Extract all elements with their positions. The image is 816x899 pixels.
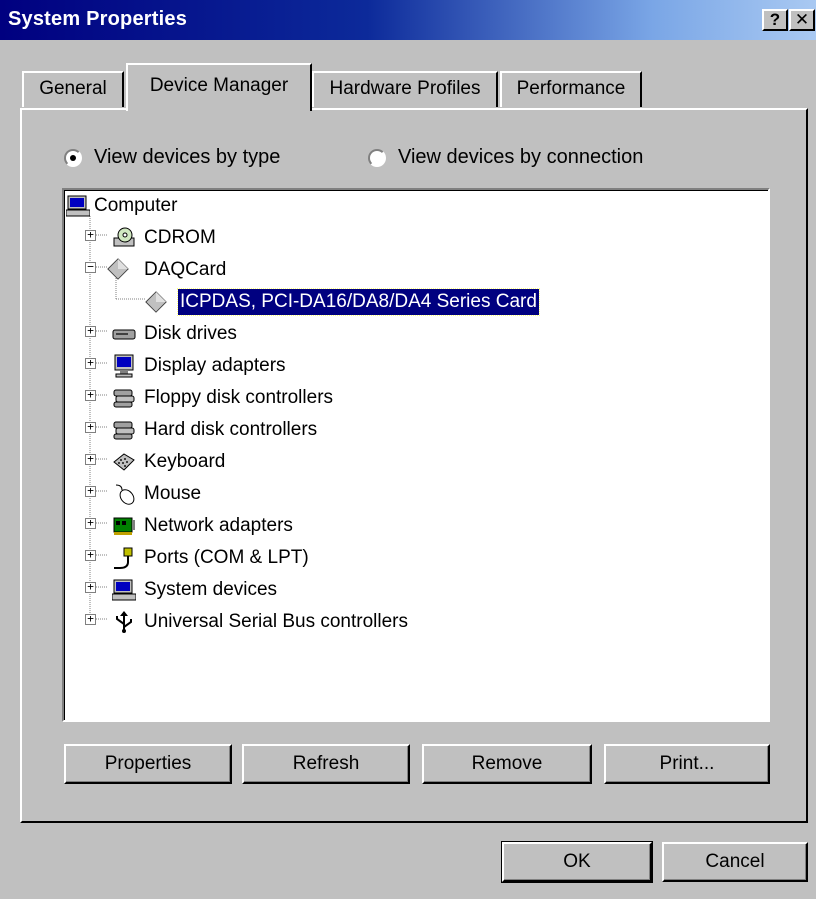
usb-icon [116, 611, 132, 633]
tree-item-cdrom[interactable]: + CDROM [64, 222, 464, 254]
expand-icon[interactable]: + [85, 517, 96, 529]
tree-item-system-devices[interactable]: + System devices [64, 574, 464, 606]
expand-icon[interactable]: + [85, 229, 96, 241]
tree-item-ports[interactable]: + Ports (COM & LPT) [64, 542, 464, 574]
title-bar[interactable]: System Properties ? ✕ [0, 0, 816, 40]
keyboard-icon [113, 453, 135, 471]
tree-item-hard-disk-controllers[interactable]: + Hard disk controllers [64, 414, 464, 446]
close-button[interactable]: ✕ [789, 9, 815, 31]
properties-button[interactable]: Properties [64, 744, 232, 784]
device-tree[interactable]: Computer + CDROM − DAQCard ICPDAS, PCI-D… [62, 188, 770, 722]
tree-item-label: Display adapters [144, 355, 286, 376]
tree-item-mouse[interactable]: + Mouse [64, 478, 464, 510]
remove-button[interactable]: Remove [422, 744, 592, 784]
tree-item-disk-drives[interactable]: + Disk drives [64, 318, 464, 350]
expand-icon[interactable]: + [85, 549, 96, 561]
view-by-connection-option[interactable]: View devices by connection [368, 146, 688, 172]
tree-item-label: DAQCard [144, 259, 227, 280]
expand-icon[interactable]: + [85, 453, 96, 465]
expand-icon[interactable]: + [85, 613, 96, 625]
expand-icon[interactable]: + [85, 421, 96, 433]
expand-icon[interactable]: + [85, 357, 96, 369]
tree-item-label: Keyboard [144, 451, 226, 472]
tree-item-display-adapters[interactable]: + Display adapters [64, 350, 464, 382]
disk-controller-icon [113, 421, 135, 440]
tree-item-label: Hard disk controllers [144, 419, 318, 440]
expand-icon[interactable]: + [85, 485, 96, 497]
tree-item-label: ICPDAS, PCI-DA16/DA8/DA4 Series Card [177, 288, 540, 316]
view-by-connection-radio[interactable] [368, 149, 386, 167]
tree-item-keyboard[interactable]: + Keyboard [64, 446, 464, 478]
tab-hardware-profiles[interactable]: Hardware Profiles [312, 71, 498, 107]
cancel-button[interactable]: Cancel [662, 842, 808, 882]
ok-button[interactable]: OK [501, 841, 653, 883]
computer-icon [112, 579, 136, 601]
disk-drive-icon [112, 329, 136, 340]
tree-item-label: Floppy disk controllers [144, 387, 334, 408]
tree-item-usb-controllers[interactable]: + Universal Serial Bus controllers [64, 606, 564, 638]
tab-device-manager[interactable]: Device Manager [126, 63, 312, 111]
tree-item-daqcard[interactable]: − DAQCard [64, 254, 464, 286]
tree-item-floppy-controllers[interactable]: + Floppy disk controllers [64, 382, 464, 414]
tab-general[interactable]: General [22, 71, 124, 107]
tree-item-label: Mouse [144, 483, 202, 504]
print-button[interactable]: Print... [604, 744, 770, 784]
view-by-type-radio[interactable] [64, 149, 82, 167]
daq-diamond-icon [107, 258, 129, 280]
mouse-icon [115, 484, 135, 505]
tree-item-label: Network adapters [144, 515, 293, 536]
view-by-type-option[interactable]: View devices by type [64, 146, 324, 172]
tab-performance[interactable]: Performance [500, 71, 642, 107]
expand-icon[interactable]: + [85, 581, 96, 593]
expand-icon[interactable]: + [85, 325, 96, 337]
tree-item-label: System devices [144, 579, 278, 600]
view-by-connection-label: View devices by connection [398, 146, 644, 168]
tree-item-label: Universal Serial Bus controllers [144, 611, 408, 632]
window-title: System Properties [8, 8, 188, 30]
computer-icon [66, 195, 90, 217]
tree-item-label: CDROM [144, 227, 216, 248]
daq-diamond-icon [145, 291, 167, 313]
network-card-icon [113, 517, 135, 535]
tree-item-label: Disk drives [144, 323, 237, 344]
refresh-button[interactable]: Refresh [242, 744, 410, 784]
tree-item-network-adapters[interactable]: + Network adapters [64, 510, 464, 542]
tree-root[interactable]: Computer [64, 190, 364, 222]
help-button[interactable]: ? [762, 9, 788, 31]
tree-item-icpdas-card[interactable]: ICPDAS, PCI-DA16/DA8/DA4 Series Card [64, 286, 624, 318]
tree-item-label: Ports (COM & LPT) [144, 547, 309, 568]
expand-icon[interactable]: + [85, 389, 96, 401]
monitor-icon [114, 354, 134, 378]
disk-controller-icon [113, 389, 135, 408]
tree-item-label: Computer [94, 195, 178, 216]
port-icon [114, 547, 133, 569]
collapse-icon[interactable]: − [85, 261, 96, 273]
cdrom-icon [113, 227, 135, 247]
view-by-type-label: View devices by type [94, 146, 281, 168]
